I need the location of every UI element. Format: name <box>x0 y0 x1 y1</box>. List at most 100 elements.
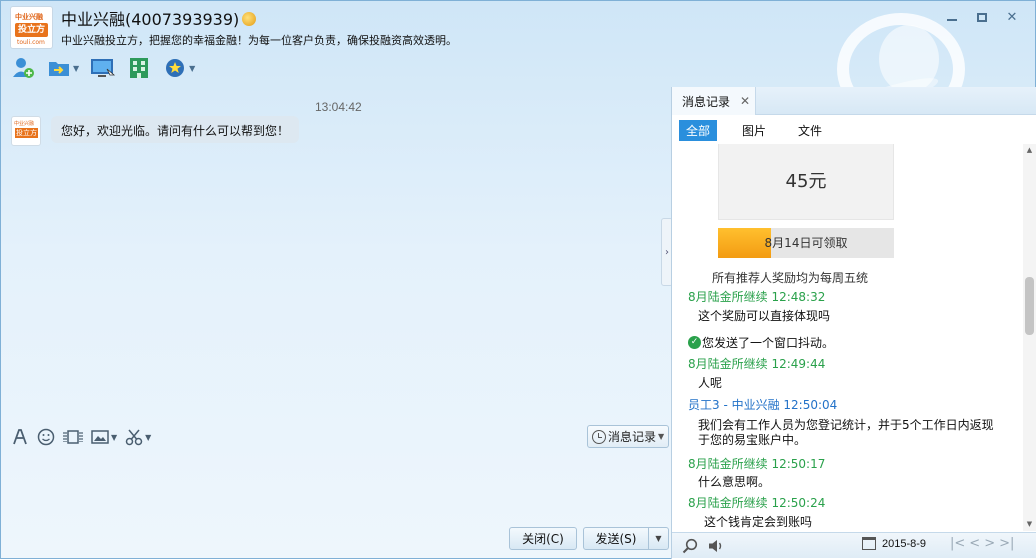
screenshot-caret-icon: ▼ <box>145 432 152 442</box>
send-file-button[interactable] <box>45 56 73 80</box>
scroll-down-arrow-icon[interactable]: ▼ <box>1023 518 1036 531</box>
screenshot-button[interactable]: ▼ <box>125 426 151 448</box>
remote-desktop-button[interactable] <box>89 56 117 80</box>
search-button[interactable] <box>678 535 702 557</box>
record-message: 人呢 <box>698 376 723 390</box>
record-sender: 8月陆金所继续 12:49:44 <box>688 357 826 371</box>
message-bubble: 您好，欢迎光临。请问有什么可以帮到您！ <box>51 116 300 143</box>
emoji-button[interactable] <box>37 426 55 448</box>
scroll-thumb[interactable] <box>1025 277 1034 335</box>
history-panel-footer: 2015-8-9 |< < > >| <box>672 532 1036 558</box>
avatar-main-text: 投立方 <box>15 128 38 138</box>
image-icon <box>91 430 109 444</box>
prev-page-icon[interactable]: < <box>969 536 980 551</box>
add-contact-button[interactable] <box>9 56 37 80</box>
record-sender-staff: 员工3 - 中业兴融 12:50:04 <box>688 398 838 412</box>
history-panel-header: 消息记录 ✕ <box>672 87 1036 115</box>
close-window-button[interactable]: ✕ <box>997 7 1027 27</box>
check-circle-icon: ✓ <box>688 336 701 349</box>
record-message: 这个奖励可以直接体现吗 <box>698 309 831 323</box>
close-icon: ✕ <box>1006 9 1018 25</box>
more-apps-caret-icon[interactable]: ▼ <box>189 64 195 73</box>
video-button[interactable] <box>63 426 83 448</box>
send-button-label: 发送(S) <box>595 532 637 546</box>
next-page-icon[interactable]: > <box>984 536 995 551</box>
logo-main-text: 投立方 <box>15 23 48 37</box>
tab-message-history[interactable]: 消息记录 ✕ <box>672 87 756 115</box>
search-icon <box>682 538 698 553</box>
close-button[interactable]: 关闭(C) <box>509 527 577 550</box>
reward-note: 所有推荐人奖励均为每周五统 <box>712 271 869 285</box>
image-button[interactable]: ▼ <box>91 426 117 448</box>
calendar-icon <box>862 537 876 550</box>
remote-desktop-icon <box>91 59 116 77</box>
close-button-label: 关闭(C) <box>522 532 564 546</box>
send-button[interactable]: 发送(S) ▼ <box>583 527 669 550</box>
chevron-down-icon: ▼ <box>655 534 662 543</box>
maximize-icon <box>977 12 987 22</box>
message-input[interactable] <box>2 450 670 526</box>
certified-badge-icon <box>242 12 257 26</box>
history-records[interactable]: 45元 8月14日可领取 所有推荐人奖励均为每周五统 8月陆金所继续 12:48… <box>672 144 1024 531</box>
logo-url-text: touli.com <box>17 39 45 46</box>
more-apps-button[interactable] <box>161 56 189 80</box>
history-filters: 全部 图片 文件 <box>672 116 1036 144</box>
chat-window: 中业兴融 投立方 touli.com 中业兴融(4007393939) 中业兴融… <box>0 0 1036 559</box>
reward-progress-text: 8月14日可领取 <box>764 236 848 250</box>
record-sender: 8月陆金所继续 12:50:17 <box>688 457 826 471</box>
chat-history[interactable]: 13:04:42 中业兴融 投立方 您好，欢迎光临。请问有什么可以帮到您！ <box>2 87 670 422</box>
record-sender: 8月陆金所继续 12:48:32 <box>688 290 826 304</box>
minimize-button[interactable] <box>937 7 967 27</box>
message-time: 13:04:42 <box>315 100 362 114</box>
speaker-icon <box>709 539 722 552</box>
first-page-icon[interactable]: |< <box>950 536 965 551</box>
contact-logo[interactable]: 中业兴融 投立方 touli.com <box>10 6 53 49</box>
window-title: 中业兴融(4007393939) <box>61 6 257 30</box>
last-page-icon[interactable]: >| <box>999 536 1014 551</box>
more-apps-icon <box>166 59 185 77</box>
app-grid-icon <box>130 58 149 78</box>
app-grid-button[interactable] <box>125 56 153 80</box>
font-icon <box>13 429 27 445</box>
message-history-label: 消息记录 <box>608 430 657 444</box>
record-message: 我们会有工作人员为您登记统计，并于5个工作日内返现于您的易宝账户中。 <box>698 418 994 447</box>
send-options-button[interactable]: ▼ <box>648 528 668 549</box>
add-contact-icon <box>13 58 34 78</box>
filter-all[interactable]: 全部 <box>679 119 718 141</box>
send-file-icon <box>49 62 69 76</box>
history-panel: 消息记录 ✕ 全部 图片 文件 45元 8月14日可领取 所有推荐人奖励均为每周… <box>671 87 1036 559</box>
sound-button[interactable] <box>704 535 728 557</box>
message-history-button[interactable]: 消息记录 ▼ <box>587 425 669 448</box>
font-button[interactable] <box>11 426 29 448</box>
record-system-notice: ✓ 您发送了一个窗口抖动。 <box>688 334 834 351</box>
record-system-text: 您发送了一个窗口抖动。 <box>702 336 835 350</box>
filter-files[interactable]: 文件 <box>791 120 829 141</box>
record-message: 这个钱肯定会到账吗 <box>704 515 813 529</box>
sender-avatar[interactable]: 中业兴融 投立方 <box>11 116 41 146</box>
top-toolbar: ▼ ▼ <box>9 55 197 81</box>
scroll-up-arrow-icon[interactable]: ▲ <box>1023 144 1036 157</box>
reward-amount: 45元 <box>785 171 827 192</box>
close-tab-icon[interactable]: ✕ <box>740 94 750 108</box>
send-file-caret-icon[interactable]: ▼ <box>73 64 79 73</box>
chevron-down-icon: ▼ <box>658 432 665 441</box>
reward-progress-bar: 8月14日可领取 <box>718 228 894 258</box>
filter-images[interactable]: 图片 <box>735 120 773 141</box>
image-caret-icon: ▼ <box>111 432 118 442</box>
contact-signature: 中业兴融投立方，把握您的幸福金融！为每一位客户负责，确保投融资高效透明。 <box>61 34 457 47</box>
logo-top-text: 中业兴融 <box>15 13 43 21</box>
avatar-top-text: 中业兴融 <box>14 121 35 127</box>
video-icon <box>63 430 83 444</box>
input-toolbar: ▼ ▼ 消息记录 ▼ <box>11 425 669 449</box>
tab-message-history-label: 消息记录 <box>682 94 731 109</box>
record-message: 什么意思啊。 <box>698 475 771 489</box>
minimize-icon <box>947 19 957 21</box>
history-scrollbar[interactable]: ▲ ▼ <box>1023 144 1036 531</box>
chevron-right-icon: › <box>665 246 669 258</box>
scissors-icon <box>125 429 143 446</box>
maximize-button[interactable] <box>967 7 997 27</box>
date-picker[interactable]: 2015-8-9 <box>862 537 926 550</box>
reward-card: 45元 <box>718 144 894 220</box>
history-date: 2015-8-9 <box>882 537 927 550</box>
clock-icon <box>592 429 606 444</box>
